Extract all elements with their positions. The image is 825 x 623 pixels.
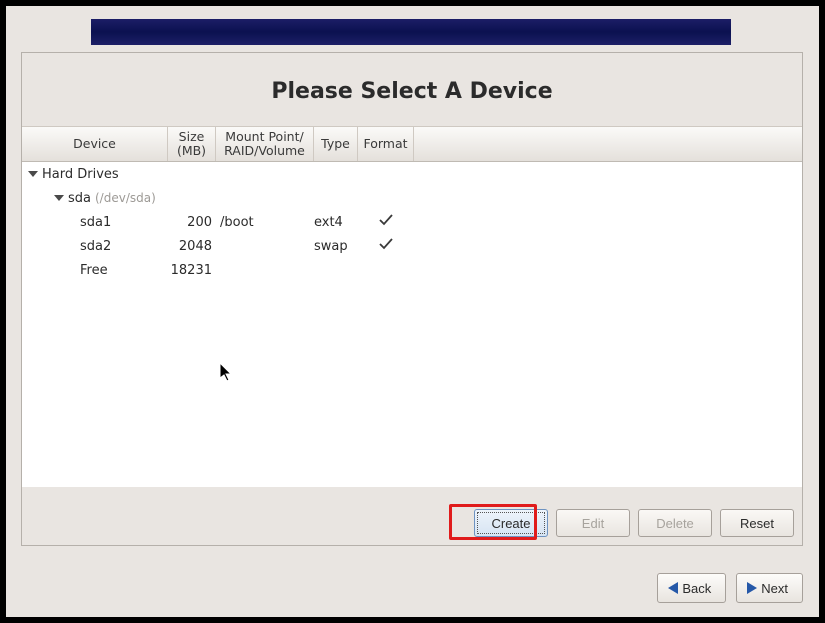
table-header-row: Device Size (MB) Mount Point/ RAID/Volum…: [22, 126, 802, 162]
device-tree[interactable]: Hard Drives sda (/dev/sda) sda1 200 /boo…: [22, 162, 802, 487]
arrow-right-icon: [747, 582, 757, 594]
next-label: Next: [761, 581, 788, 596]
checkmark-icon: [378, 212, 394, 232]
installer-window: Please Select A Device Device Size (MB) …: [6, 6, 819, 617]
create-button[interactable]: Create: [474, 509, 548, 537]
arrow-left-icon: [668, 582, 678, 594]
partition-row[interactable]: sda2 2048 swap: [22, 234, 802, 258]
wizard-nav: Back Next: [657, 573, 803, 603]
tree-disk-row[interactable]: sda (/dev/sda): [22, 186, 802, 210]
part-size: 200: [168, 215, 216, 230]
back-label: Back: [682, 581, 711, 596]
part-name: sda1: [80, 215, 111, 230]
reset-button[interactable]: Reset: [720, 509, 794, 537]
col-device[interactable]: Device: [22, 127, 168, 161]
disk-path: (/dev/sda): [95, 191, 156, 205]
partition-row[interactable]: Free 18231: [22, 258, 802, 282]
col-spacer: [414, 127, 802, 161]
expander-icon[interactable]: [28, 171, 38, 177]
col-size[interactable]: Size (MB): [168, 127, 216, 161]
part-size: 2048: [168, 239, 216, 254]
panel-button-row: Create Edit Delete Reset: [474, 509, 794, 537]
page-title: Please Select A Device: [22, 53, 802, 126]
expander-icon[interactable]: [54, 195, 64, 201]
window-titlebar: [91, 19, 731, 45]
partition-row[interactable]: sda1 200 /boot ext4: [22, 210, 802, 234]
tree-root-label: Hard Drives: [42, 167, 119, 182]
edit-button: Edit: [556, 509, 630, 537]
next-button[interactable]: Next: [736, 573, 803, 603]
part-type: ext4: [314, 215, 358, 230]
delete-button: Delete: [638, 509, 712, 537]
col-mount[interactable]: Mount Point/ RAID/Volume: [216, 127, 314, 161]
part-name: Free: [80, 263, 108, 278]
checkmark-icon: [378, 236, 394, 256]
device-panel: Please Select A Device Device Size (MB) …: [21, 52, 803, 546]
disk-name: sda: [68, 191, 91, 206]
part-name: sda2: [80, 239, 111, 254]
part-type: swap: [314, 239, 358, 254]
col-format[interactable]: Format: [358, 127, 414, 161]
tree-root-row[interactable]: Hard Drives: [22, 162, 802, 186]
col-type[interactable]: Type: [314, 127, 358, 161]
part-mount: /boot: [216, 215, 314, 230]
back-button[interactable]: Back: [657, 573, 726, 603]
part-size: 18231: [168, 263, 216, 278]
